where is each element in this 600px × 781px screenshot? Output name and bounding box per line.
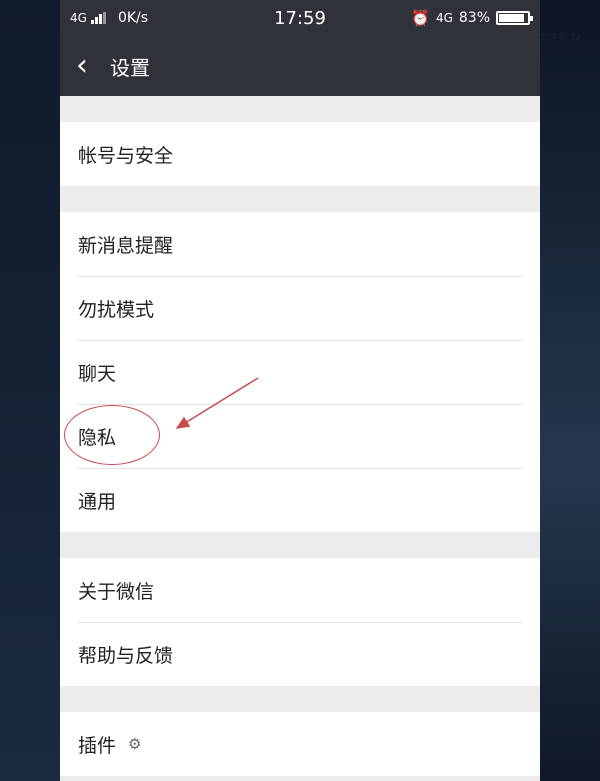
annotation-arrow	[175, 377, 259, 429]
